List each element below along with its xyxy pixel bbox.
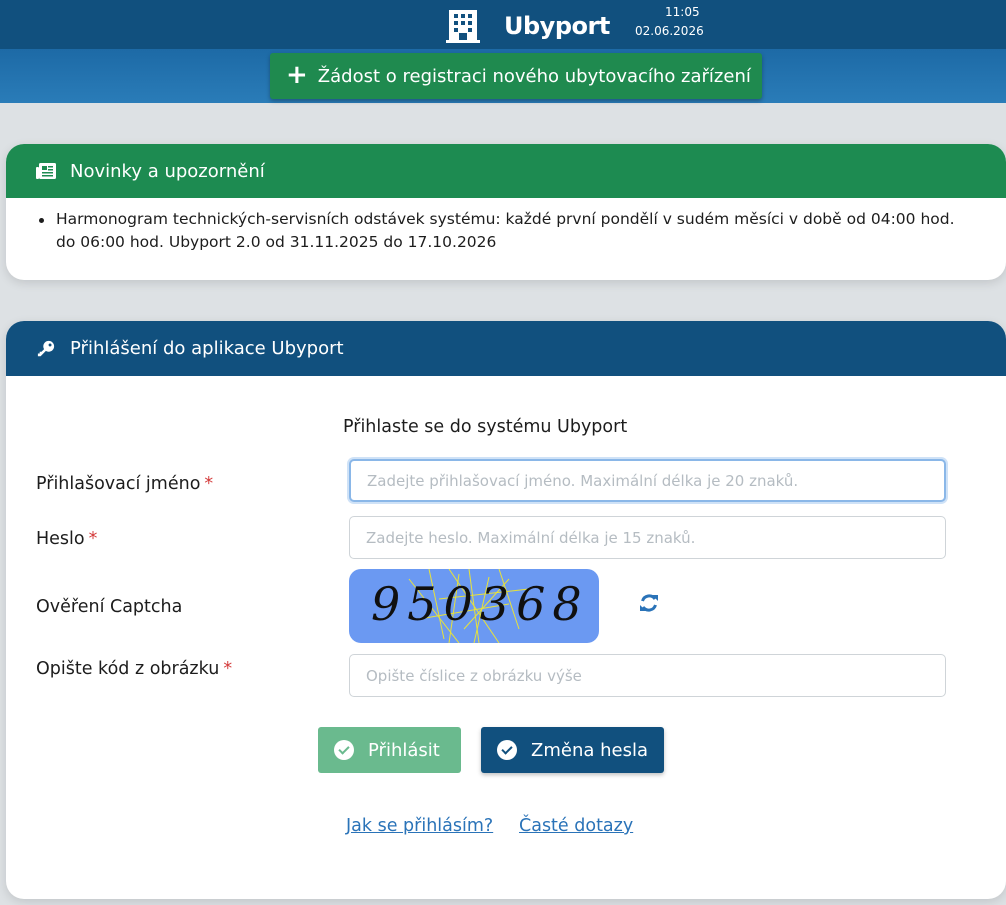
newspaper-icon — [36, 163, 56, 179]
register-facility-label: Žádost o registraci nového ubytovacího z… — [317, 65, 751, 87]
required-mark: * — [88, 529, 98, 549]
register-facility-button[interactable]: + Žádost o registraci nového ubytovacího… — [270, 53, 762, 99]
news-item: Harmonogram technických-servisních odstá… — [36, 208, 1006, 254]
news-header: Novinky a upozornění — [6, 144, 1006, 198]
captcha-code-input[interactable] — [349, 654, 946, 697]
news-title: Novinky a upozornění — [70, 160, 265, 182]
login-title: Přihlášení do aplikace Ubyport — [70, 338, 344, 359]
news-list: Harmonogram technických-servisních odstá… — [6, 198, 1006, 254]
username-input[interactable] — [349, 459, 946, 502]
login-card: Přihlášení do aplikace Ubyport Přihlaste… — [6, 321, 1006, 899]
captcha-image: 950368 — [349, 569, 599, 643]
code-label: Opište kód z obrázku * — [36, 659, 233, 679]
brand-name: Ubyport — [504, 12, 610, 40]
key-icon — [37, 340, 55, 356]
news-card: Novinky a upozornění Harmonogram technic… — [6, 144, 1006, 280]
check-circle-icon — [497, 740, 517, 760]
password-label: Heslo * — [36, 529, 98, 549]
username-label: Přihlašovací jméno * — [36, 474, 214, 494]
help-link[interactable]: Jak se přihlásím? — [346, 816, 493, 836]
login-button-label: Přihlásit — [368, 739, 440, 761]
captcha-code: 950368 — [371, 577, 589, 631]
password-input[interactable] — [349, 516, 946, 559]
login-subtitle: Přihlaste se do systému Ubyport — [343, 417, 628, 437]
required-mark: * — [204, 474, 214, 494]
check-circle-icon — [334, 740, 354, 760]
building-icon — [446, 10, 480, 43]
captcha-label: Ověření Captcha — [36, 597, 183, 617]
login-button[interactable]: Přihlásit — [318, 727, 461, 773]
top-bar: Ubyport 11:05 02.06.2026 — [0, 0, 1006, 49]
faq-link[interactable]: Časté dotazy — [519, 816, 633, 836]
refresh-captcha-icon[interactable] — [638, 592, 660, 614]
change-password-button[interactable]: Změna hesla — [481, 727, 664, 773]
change-password-label: Změna hesla — [531, 739, 648, 761]
plus-icon: + — [286, 59, 308, 90]
required-mark: * — [223, 659, 233, 679]
clock-date: 02.06.2026 — [635, 24, 704, 38]
clock-time: 11:05 — [665, 5, 700, 19]
login-header: Přihlášení do aplikace Ubyport — [6, 321, 1006, 376]
